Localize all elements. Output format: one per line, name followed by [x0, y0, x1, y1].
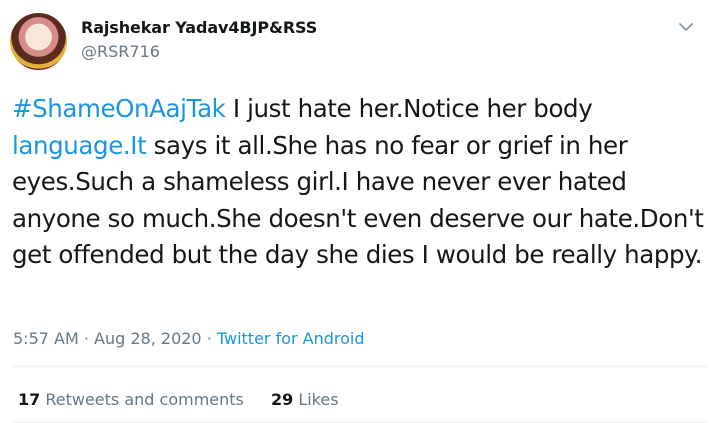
- retweets-label: Retweets and comments: [40, 390, 244, 409]
- hashtag-link[interactable]: #ShameOnAajTak: [12, 94, 226, 123]
- tweet-date[interactable]: Aug 28, 2020: [94, 329, 202, 348]
- meta-separator-2: ·: [201, 329, 217, 348]
- author-handle[interactable]: @RSR716: [81, 42, 160, 61]
- likes-stat[interactable]: 29 Likes: [271, 390, 339, 409]
- tweet-time[interactable]: 5:57 AM: [13, 329, 79, 348]
- tweet-text-part1: I just hate her.Notice her body: [225, 94, 593, 123]
- avatar[interactable]: [10, 13, 67, 70]
- retweets-count: 17: [18, 390, 41, 409]
- meta-separator: ·: [78, 329, 95, 348]
- url-link[interactable]: language.It: [12, 131, 147, 160]
- chevron-down-icon[interactable]: [676, 18, 696, 36]
- divider: [12, 366, 708, 367]
- author-name[interactable]: Rajshekar Yadav4BJP&RSS: [81, 18, 317, 37]
- likes-count: 29: [270, 390, 294, 409]
- tweet-stats: 17 Retweets and comments 29 Likes: [18, 390, 339, 409]
- likes-label: Likes: [293, 390, 339, 409]
- tweet-source[interactable]: Twitter for Android: [217, 329, 365, 348]
- retweets-stat[interactable]: 17 Retweets and comments: [18, 390, 244, 409]
- tweet-meta: 5:57 AM · Aug 28, 2020 · Twitter for And…: [13, 329, 365, 348]
- tweet-text: #ShameOnAajTak I just hate her.Notice he…: [12, 91, 712, 274]
